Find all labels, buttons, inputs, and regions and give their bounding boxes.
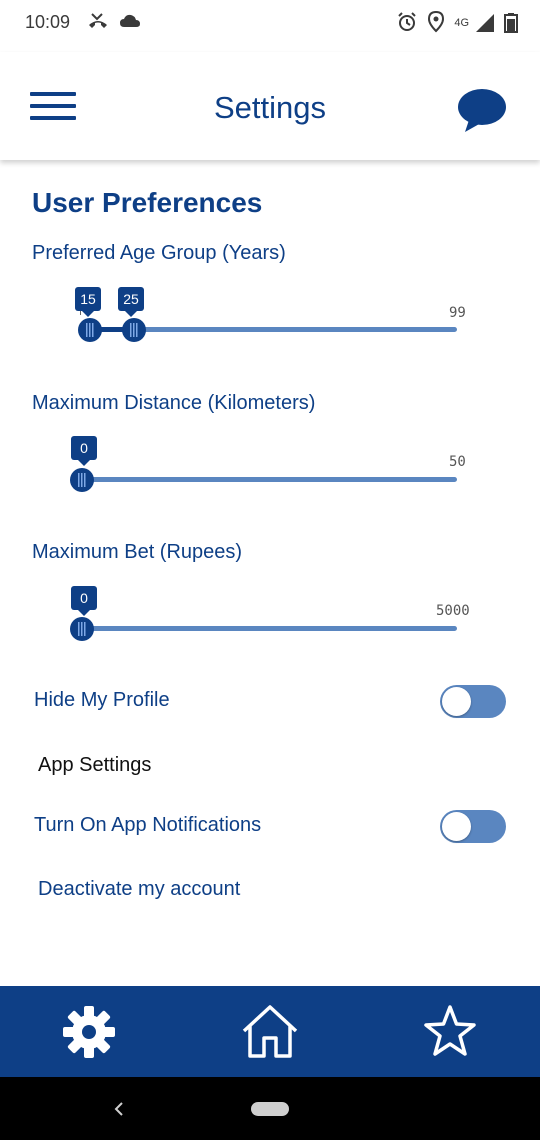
distance-thumb[interactable] bbox=[70, 468, 94, 492]
network-type: 4G bbox=[454, 17, 470, 29]
star-icon bbox=[424, 1005, 476, 1056]
nav-settings-button[interactable] bbox=[60, 1004, 120, 1060]
gear-icon bbox=[63, 1006, 115, 1058]
bet-value-tooltip: 0 bbox=[71, 586, 97, 616]
status-right-icons: 4G bbox=[396, 10, 518, 39]
missed-call-icon bbox=[89, 13, 107, 28]
notifications-toggle[interactable] bbox=[440, 810, 506, 843]
alarm-icon bbox=[397, 12, 416, 31]
age-min-thumb[interactable] bbox=[78, 318, 102, 342]
signal-icon bbox=[475, 14, 494, 32]
back-icon[interactable] bbox=[112, 1100, 126, 1118]
app-bar: Settings bbox=[0, 52, 540, 160]
hide-profile-toggle[interactable] bbox=[440, 685, 506, 718]
status-bar: 10:09 4G bbox=[0, 0, 540, 48]
hide-profile-label: Hide My Profile bbox=[34, 689, 170, 711]
status-left-icons bbox=[86, 11, 142, 38]
bet-slider-track bbox=[80, 626, 457, 631]
distance-value-tooltip: 0 bbox=[71, 436, 97, 466]
bet-thumb[interactable] bbox=[70, 617, 94, 641]
home-pill[interactable] bbox=[251, 1102, 289, 1116]
distance-range-max-label: 50 bbox=[449, 454, 466, 470]
toggle-knob bbox=[442, 812, 471, 841]
age-max-thumb[interactable] bbox=[122, 318, 146, 342]
age-max-value-tooltip: 25 bbox=[118, 287, 144, 317]
nav-favorites-button[interactable] bbox=[420, 1004, 480, 1060]
max-bet-label: Maximum Bet (Rupees) bbox=[32, 541, 243, 563]
chat-button[interactable] bbox=[455, 86, 509, 141]
section-title-user-preferences: User Preferences bbox=[32, 187, 263, 218]
max-distance-label: Maximum Distance (Kilometers) bbox=[32, 392, 316, 414]
location-icon bbox=[427, 10, 444, 33]
distance-slider-track bbox=[80, 477, 457, 482]
notifications-label: Turn On App Notifications bbox=[34, 814, 262, 836]
app-settings-heading: App Settings bbox=[38, 754, 152, 776]
deactivate-account-link[interactable]: Deactivate my account bbox=[38, 878, 240, 901]
cloud-icon bbox=[120, 14, 141, 27]
battery-icon bbox=[504, 13, 518, 33]
age-group-label: Preferred Age Group (Years) bbox=[32, 242, 286, 264]
home-icon bbox=[242, 1005, 298, 1058]
age-range-max-label: 99 bbox=[449, 305, 466, 321]
nav-home-button[interactable] bbox=[240, 1004, 300, 1060]
chat-bubble-icon bbox=[458, 89, 506, 132]
bet-range-max-label: 5000 bbox=[436, 603, 470, 619]
system-navigation-bar bbox=[0, 1077, 540, 1140]
toggle-knob bbox=[442, 687, 471, 716]
age-min-value-tooltip: 15 bbox=[75, 287, 101, 317]
status-time: 10:09 bbox=[25, 12, 71, 32]
bottom-navigation bbox=[0, 986, 540, 1077]
